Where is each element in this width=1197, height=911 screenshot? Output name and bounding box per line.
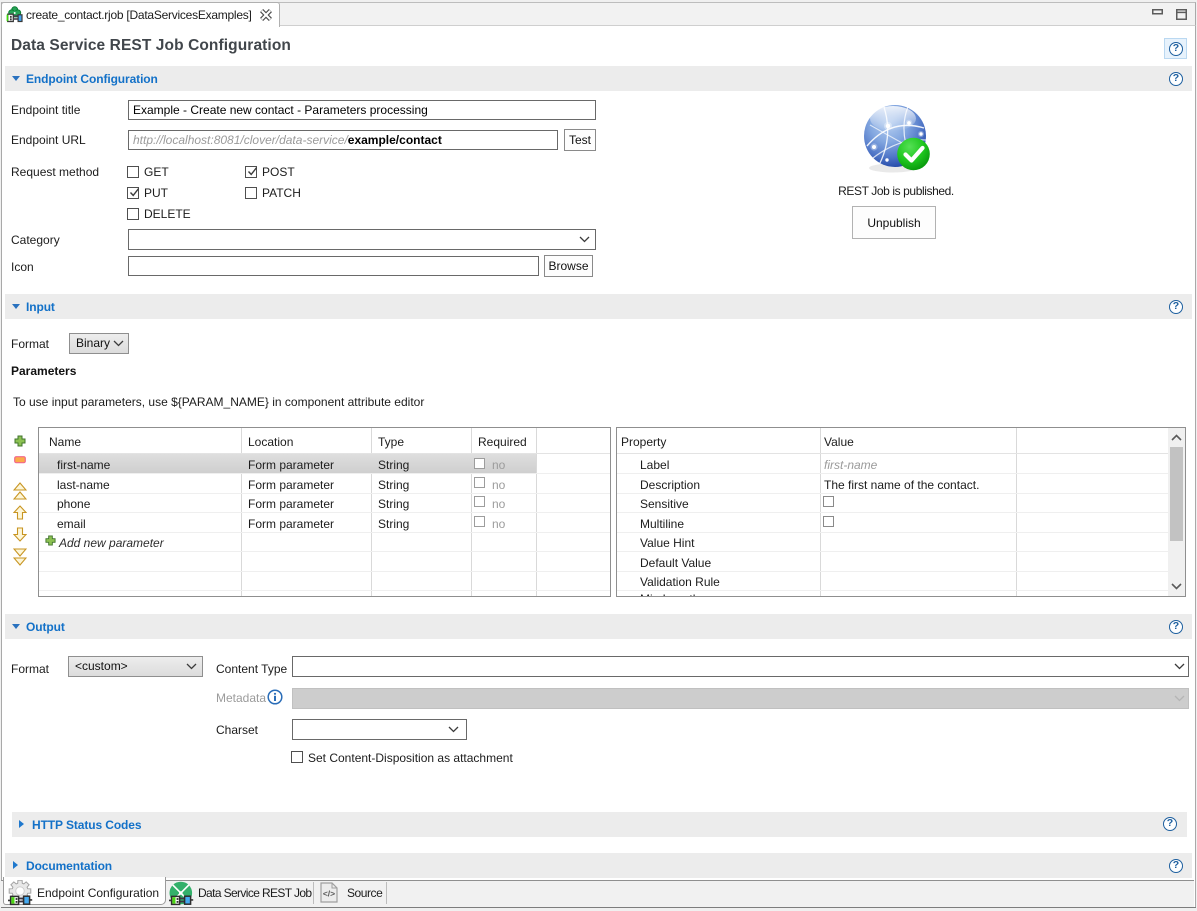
svg-text:</>: </> bbox=[323, 889, 335, 899]
